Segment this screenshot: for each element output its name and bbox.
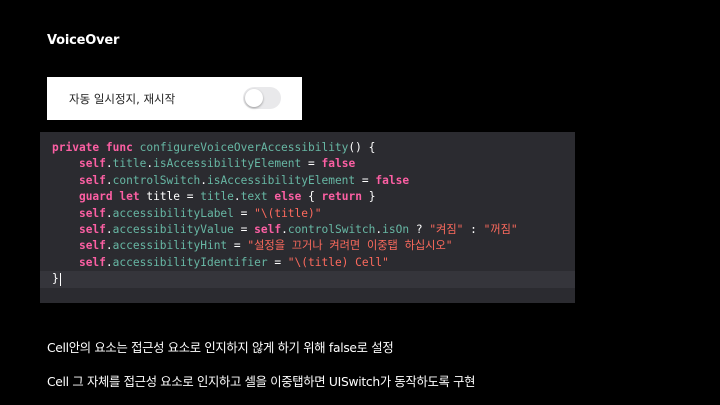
code-token: "설정을 끄거나 켜려면 이중탭 하십시오" [247, 239, 453, 253]
toggle-knob [245, 89, 263, 107]
code-token: = [227, 239, 248, 253]
code-token: . [105, 239, 113, 253]
code-line: self.title.isAccessibilityElement = fals… [40, 156, 575, 172]
code-token: isAccessibilityElement [206, 173, 356, 187]
code-line: self.accessibilityLabel = "\(title)" [40, 206, 575, 222]
code-token: . [105, 206, 113, 220]
code-token: controlSwitch [287, 222, 376, 236]
code-editor[interactable]: private func configureVoiceOverAccessibi… [40, 132, 575, 303]
code-token: self [78, 173, 106, 187]
code-token: isAccessibilityElement [153, 157, 302, 171]
code-line: guard let title = title.text else { retu… [40, 189, 575, 205]
code-token: false [375, 173, 410, 187]
code-token: accessibilityIdentifier [112, 255, 268, 269]
cell-label: 자동 일시정지, 재시작 [69, 92, 176, 106]
code-token: "\(title) Cell" [287, 255, 389, 269]
code-token: self [254, 222, 282, 236]
code-token: guard [78, 190, 113, 204]
code-token: self [78, 255, 106, 269]
code-token: = [267, 255, 288, 269]
code-token: "\(title)" [254, 206, 322, 220]
code-token: configureVoiceOverAccessibility [139, 141, 349, 154]
text-cursor [59, 272, 61, 286]
code-token: func [105, 141, 133, 154]
code-token: title = [139, 190, 201, 204]
code-token: accessibilityLabel [112, 206, 234, 220]
code-line: self.controlSwitch.isAccessibilityElemen… [40, 173, 575, 189]
code-token: accessibilityHint [112, 239, 228, 253]
code-token: } [52, 272, 59, 286]
code-token: false [321, 157, 356, 171]
code-token: = [355, 173, 376, 187]
code-token: () { [348, 141, 376, 154]
code-token: { [301, 190, 322, 204]
code-token: . [105, 222, 113, 236]
code-line: private func configureVoiceOverAccessibi… [40, 140, 575, 156]
code-token: . [105, 173, 113, 187]
code-line: } [40, 271, 575, 288]
description-line-2: Cell 그 자체를 접근성 요소로 인지하고 셀을 이중탭하면 UISwitc… [47, 375, 476, 389]
code-token: = [301, 157, 322, 171]
code-token: "켜짐" [429, 222, 464, 236]
code-token: title [200, 190, 234, 204]
code-token: ? [409, 222, 430, 236]
code-token: self [78, 206, 106, 220]
code-token: = [233, 222, 255, 236]
code-token: : [463, 222, 484, 236]
code-token: = [233, 206, 255, 220]
code-token: self [78, 222, 106, 236]
settings-cell[interactable]: 자동 일시정지, 재시작 [47, 77, 302, 120]
code-token: self [78, 157, 106, 171]
code-line: self.accessibilityIdentifier = "\(title)… [40, 255, 575, 271]
code-token: . [200, 173, 207, 187]
code-token: let [119, 190, 140, 204]
code-token: else [274, 190, 302, 204]
code-token: accessibilityValue [112, 222, 234, 236]
code-token: return [321, 190, 362, 204]
code-token: private [52, 141, 100, 154]
code-token: . [105, 157, 113, 171]
code-token: . [281, 222, 288, 236]
description-line-1: Cell안의 요소는 접근성 요소로 인지하지 않게 하기 위해 false로 … [47, 341, 394, 355]
code-token: text [240, 190, 268, 204]
code-token: controlSwitch [112, 173, 201, 187]
toggle-switch[interactable] [243, 87, 281, 109]
code-token: self [78, 239, 106, 253]
code-token: } [361, 190, 376, 204]
code-token: . [105, 255, 113, 269]
code-line: self.accessibilityValue = self.controlSw… [40, 222, 575, 238]
code-token: "꺼짐" [483, 222, 518, 236]
code-line: self.accessibilityHint = "설정을 끄거나 켜려면 이중… [40, 238, 575, 254]
slide-title: VoiceOver [47, 33, 120, 48]
code-token: . [233, 190, 241, 204]
code-token: title [112, 157, 147, 171]
code-token: isOn [382, 222, 410, 236]
